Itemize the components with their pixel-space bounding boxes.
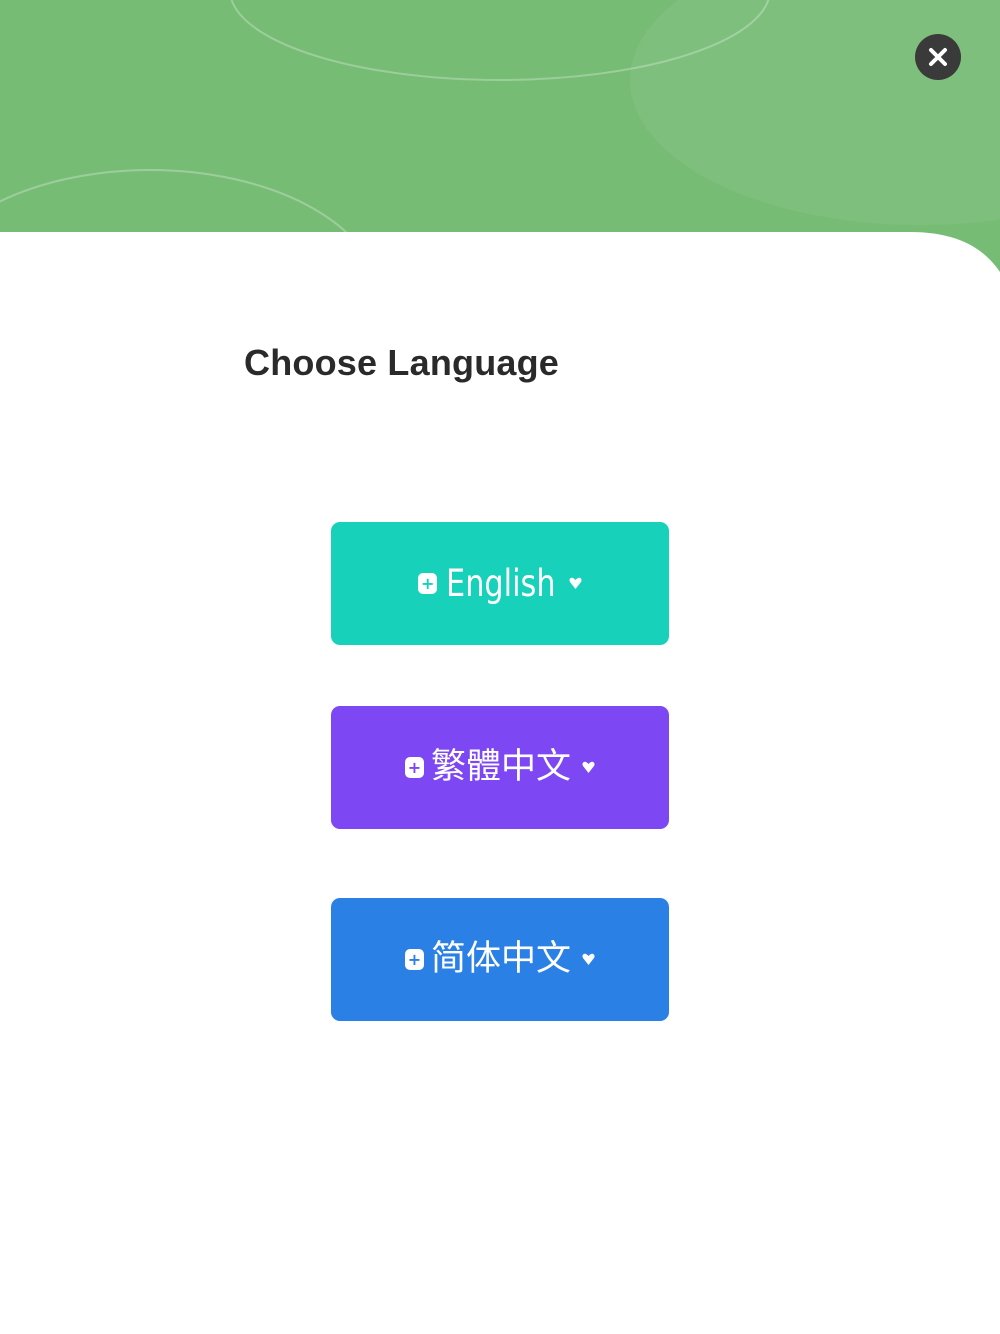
language-label: 简体中文: [430, 939, 571, 979]
plus-square-icon: +: [404, 949, 424, 970]
heart-icon: [582, 761, 595, 773]
close-button[interactable]: [915, 34, 961, 80]
header-background: [0, 0, 1000, 280]
heart-icon: [582, 953, 595, 965]
language-button-traditional-chinese[interactable]: + 繁體中文: [331, 706, 669, 829]
language-label: English: [446, 562, 556, 605]
language-label: 繁體中文: [430, 747, 571, 787]
language-button-english[interactable]: + English: [331, 522, 669, 645]
page-title: Choose Language: [244, 342, 560, 383]
language-picker-screen: Choose Language + English + 繁體中文 + 简体中文: [0, 0, 1000, 1334]
close-icon: [929, 48, 947, 66]
heart-icon: [569, 577, 582, 589]
plus-square-icon: +: [418, 573, 438, 594]
language-button-simplified-chinese[interactable]: + 简体中文: [331, 898, 669, 1021]
plus-square-icon: +: [404, 757, 424, 778]
